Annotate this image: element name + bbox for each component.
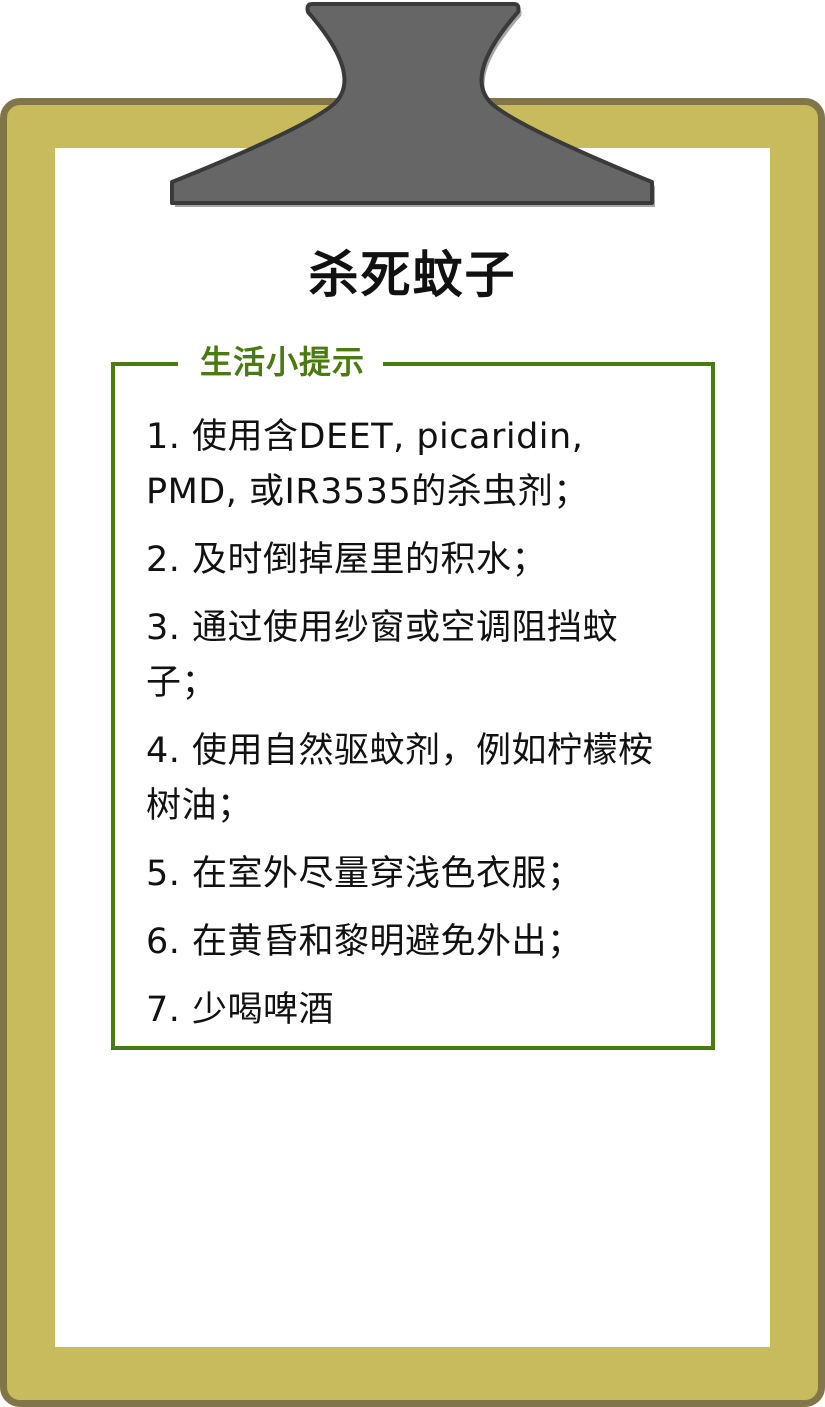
list-item: 3. 通过使用纱窗或空调阻挡蚊子； [146,608,619,703]
list-item: 5. 在室外尽量穿浅色衣服； [146,854,583,894]
tips-legend: 生活小提示 [178,340,384,384]
list-item: 4. 使用自然驱蚊剂，例如柠檬桉树油； [146,731,654,826]
page-title: 杀死蚊子 [308,246,517,304]
list-item: 2. 及时倒掉屋里的积水； [146,540,548,580]
list-item: 1. 使用含DEET, picaridin, PMD, 或IR3535的杀虫剂； [146,417,589,512]
tips-list: 1. 使用含DEET, picaridin, PMD, 或IR3535的杀虫剂；… [146,410,676,1051]
list-item: 6. 在黄昏和黎明避免外出； [146,922,583,962]
list-item: 7. 少喝啤酒 [146,990,335,1030]
